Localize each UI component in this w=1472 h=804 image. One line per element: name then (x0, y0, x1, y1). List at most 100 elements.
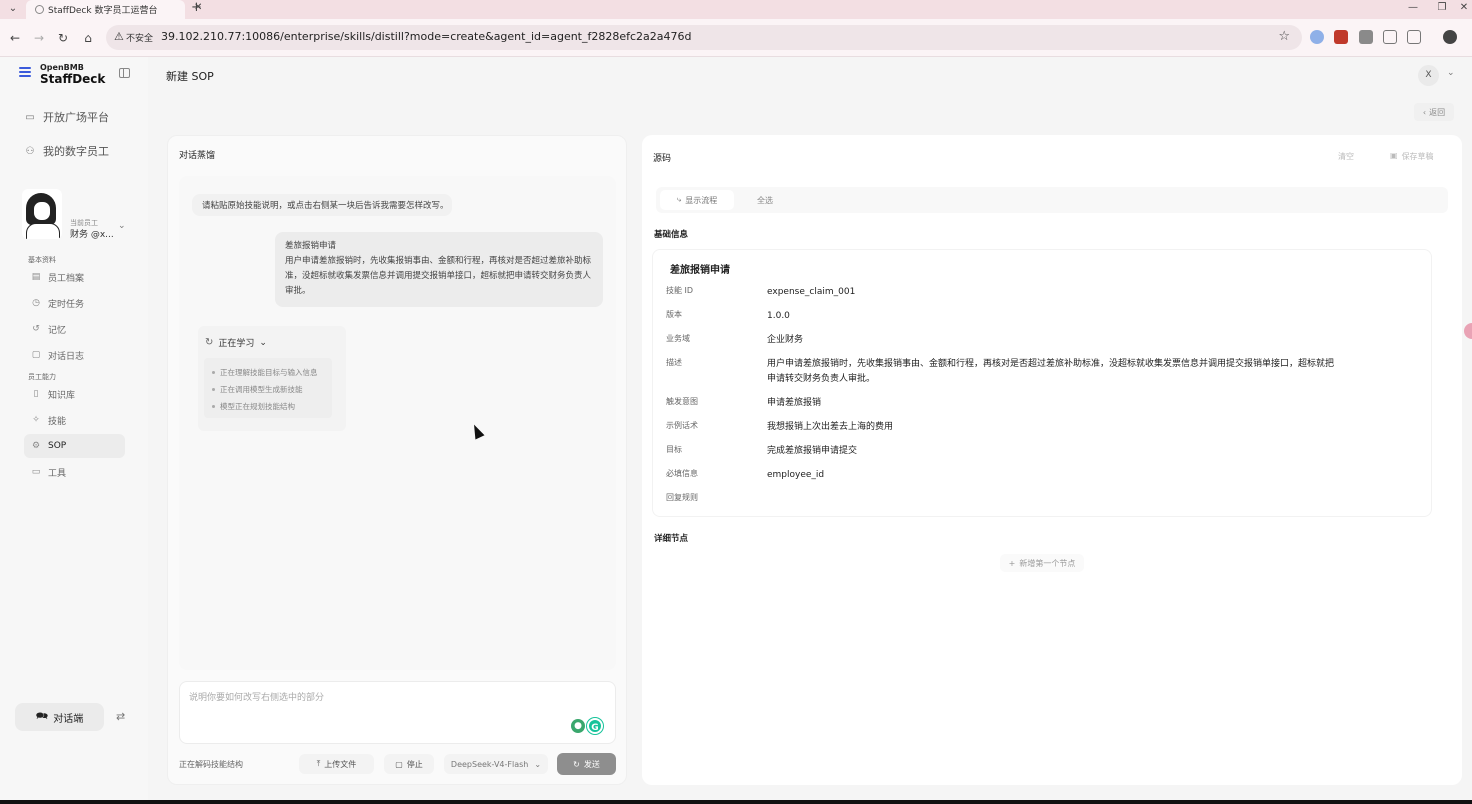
plaza-icon: ▭ (25, 111, 35, 123)
learning-steps: 正在理解技能目标与输入信息 正在调用模型生成新技能 模型正在规划技能结构 (204, 358, 332, 418)
upload-label: 上传文件 (324, 759, 357, 769)
floating-assistant-icon[interactable] (1464, 323, 1472, 339)
section-ability-label: 员工能力 (28, 373, 56, 381)
field-value[interactable]: 企业财务 (767, 333, 803, 348)
user-message: 差旅报销申请 用户申请差旅报销时，先收集报销事由、金额和行程，再核对是否超过差旅… (275, 232, 603, 307)
chat-distill-panel: 对话蒸馏 请粘贴原始技能说明，或点击右侧某一块后告诉我需要怎样改写。 差旅报销申… (167, 135, 627, 785)
nav-label: 开放广场平台 (43, 111, 109, 124)
sidebar-item-knowledge[interactable]: ▯ 知识库 (24, 382, 125, 406)
reload-icon[interactable]: ↻ (56, 31, 70, 45)
loading-spinner-icon: ↻ (573, 759, 580, 769)
send-button[interactable]: ↻ 发送 (557, 753, 616, 775)
back-icon[interactable]: ← (8, 31, 22, 45)
nav-my-staff[interactable]: ⚇ 我的数字员工 (24, 142, 109, 160)
clear-button[interactable]: 清空 (1338, 151, 1354, 162)
app-sidebar: OpenBMB StaffDeck ▭ 开放广场平台 ⚇ 我的数字员工 当前员工… (0, 57, 148, 804)
bookmark-star-icon[interactable]: ☆ (1278, 29, 1290, 44)
message-input[interactable]: 说明你要如何改写右侧选中的部分 ● G (179, 681, 616, 744)
reading-list-icon[interactable] (1383, 30, 1397, 44)
add-first-node-button[interactable]: + 新增第一个节点 (1000, 554, 1084, 572)
model-select[interactable]: DeepSeek-V4-Flash ⌄ (444, 754, 548, 774)
sidebar-item-chat-log[interactable]: ▢ 对话日志 (24, 343, 125, 367)
nav-open-plaza[interactable]: ▭ 开放广场平台 (24, 108, 109, 126)
url-field[interactable]: ⚠ 不安全 39.102.210.77:10086/enterprise/ski… (106, 25, 1302, 50)
brand-name: StaffDeck (40, 72, 106, 86)
stop-button[interactable]: ▢ 停止 (384, 754, 434, 774)
chevron-down-icon[interactable]: ⌄ (1447, 68, 1455, 78)
field-value[interactable]: employee_id (767, 468, 824, 483)
select-all-button[interactable]: 全选 (752, 190, 778, 210)
agent-switcher[interactable]: 当前员工 财务 @x... ⌄ (14, 183, 134, 240)
stop-icon: ▢ (395, 759, 403, 769)
user-avatar[interactable]: X (1418, 65, 1439, 86)
sidebar-item-label: 工具 (48, 468, 67, 479)
extensions-puzzle-icon[interactable] (1407, 30, 1421, 44)
field-value[interactable]: 我想报销上次出差去上海的费用 (767, 420, 893, 435)
model-name: DeepSeek-V4-Flash (450, 759, 529, 769)
chevron-left-icon: ‹ (1422, 107, 1427, 117)
minimize-icon[interactable]: — (1407, 2, 1419, 13)
upload-file-button[interactable]: ⤒ 上传文件 (299, 754, 374, 774)
field-key: 示例话术 (666, 421, 698, 430)
voice-assist-icon[interactable]: ● (571, 719, 585, 733)
field-value[interactable]: 申请差旅报销 (767, 396, 821, 411)
assistant-message: 请粘贴原始技能说明，或点击右侧某一块后告诉我需要怎样改写。 (192, 194, 452, 216)
chevron-down-icon: ⌄ (259, 337, 267, 348)
new-tab-icon[interactable]: + (191, 0, 202, 15)
restore-icon[interactable]: ❐ (1436, 2, 1448, 13)
decoding-status: 正在解码技能结构 (179, 760, 243, 769)
learning-step: 正在调用模型生成新技能 (212, 381, 332, 398)
sidebar-item-skills[interactable]: ✧ 技能 (24, 408, 125, 432)
sidebar-item-profile[interactable]: ▤ 员工档案 (24, 265, 125, 289)
switch-arrows-icon[interactable]: ⇄ (116, 710, 125, 723)
field-value[interactable]: 完成差旅报销申请提交 (767, 444, 857, 459)
grammarly-icon[interactable]: G (587, 718, 603, 734)
field-key: 版本 (666, 310, 682, 319)
sidebar-item-memory[interactable]: ↺ 记忆 (24, 317, 125, 341)
clock-icon: ◷ (32, 298, 40, 308)
close-window-icon[interactable]: ✕ (1458, 2, 1470, 13)
chat-messages[interactable]: 请粘贴原始技能说明，或点击右侧某一块后告诉我需要怎样改写。 差旅报销申请 用户申… (179, 176, 616, 670)
source-panel: 源码 清空 ▣ 保存草稿 ⤷ 显示流程 全选 基础信息 差旅报销申请 技能 ID… (642, 135, 1462, 785)
browser-tab[interactable]: StaffDeck 数字员工运营台 ✕ (26, 0, 202, 19)
chat-mode-button[interactable]: 🗪 对话端 (15, 703, 104, 731)
field-value[interactable]: 1.0.0 (767, 309, 790, 324)
source-toolbar: ⤷ 显示流程 全选 (656, 187, 1448, 213)
field-value[interactable]: 用户申请差旅报销时，先收集报销事由、金额和行程，再核对是否超过差旅补助标准，没超… (767, 357, 1337, 387)
basic-info-card[interactable]: 差旅报销申请 技能 ID expense_claim_001 版本 1.0.0 … (652, 249, 1432, 517)
learning-step: 模型正在规划技能结构 (212, 398, 332, 415)
home-icon[interactable]: ⌂ (81, 31, 95, 45)
log-icon: ▢ (31, 350, 41, 360)
extension-icon[interactable] (1359, 30, 1373, 44)
forward-icon[interactable]: → (32, 31, 46, 45)
memory-icon: ↺ (32, 324, 40, 334)
extension-icon[interactable] (1334, 30, 1348, 44)
learning-toggle[interactable]: ↻ 正在学习 ⌄ (205, 336, 267, 349)
tab-search-icon[interactable]: ⌄ (6, 2, 20, 16)
profile-icon[interactable] (1443, 30, 1457, 44)
sidebar-item-label: SOP (48, 441, 67, 451)
show-flow-button[interactable]: ⤷ 显示流程 (660, 190, 734, 210)
learning-status: ↻ 正在学习 ⌄ 正在理解技能目标与输入信息 正在调用模型生成新技能 模型正在规… (198, 326, 346, 431)
taskbar-edge (0, 800, 1472, 804)
users-icon: ⚇ (25, 145, 35, 157)
save-draft-button[interactable]: ▣ 保存草稿 (1390, 151, 1434, 162)
learning-step: 正在理解技能目标与输入信息 (212, 364, 332, 381)
skill-icon: ✧ (32, 415, 40, 425)
panel-title: 源码 (653, 154, 672, 164)
back-button[interactable]: ‹ 返回 (1414, 103, 1454, 121)
learning-label: 正在学习 (218, 339, 255, 349)
sidebar-collapse-icon[interactable] (119, 68, 130, 78)
plus-icon: + (1008, 558, 1016, 568)
extension-icon[interactable] (1310, 30, 1324, 44)
chat-mode-label: 对话端 (53, 713, 84, 725)
sidebar-item-tools[interactable]: ▭ 工具 (24, 460, 125, 484)
field-key: 业务域 (666, 334, 690, 343)
page-title: 新建 SOP (166, 70, 214, 83)
sidebar-item-sop[interactable]: ⚙ SOP (24, 434, 125, 458)
field-value[interactable]: expense_claim_001 (767, 285, 855, 300)
loading-spinner-icon: ↻ (205, 337, 214, 348)
user-message-body: 用户申请差旅报销时，先收集报销事由、金额和行程，再核对是否超过差旅补助标准，没超… (285, 256, 592, 296)
sidebar-item-scheduled-tasks[interactable]: ◷ 定时任务 (24, 291, 125, 315)
stop-label: 停止 (406, 759, 423, 769)
